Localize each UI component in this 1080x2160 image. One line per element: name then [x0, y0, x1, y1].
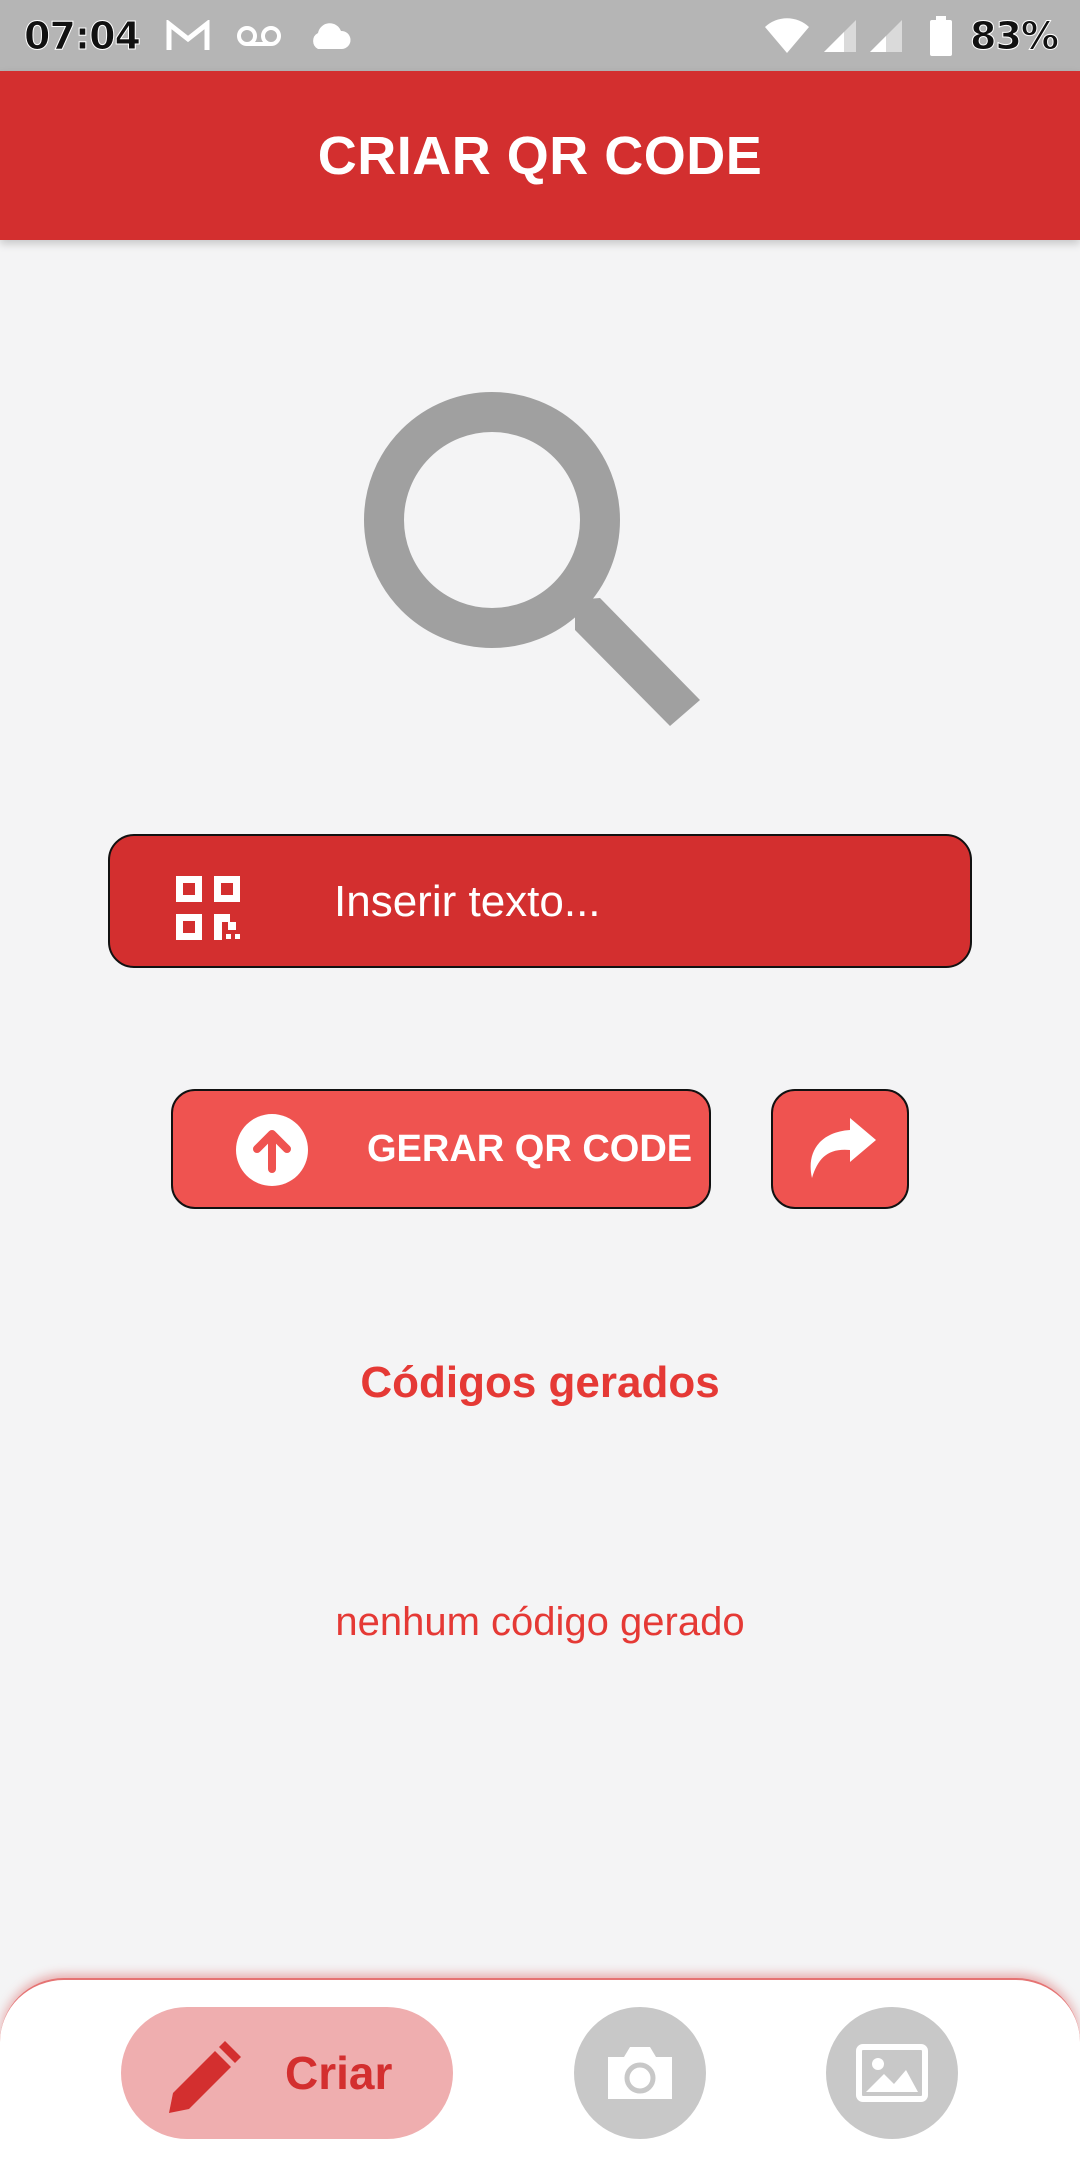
- bottom-navigation: Criar: [0, 1978, 1080, 2160]
- search-icon: [360, 390, 710, 740]
- share-icon: [802, 1116, 878, 1182]
- page-title: CRIAR QR CODE: [317, 125, 763, 186]
- battery-icon: [930, 15, 953, 56]
- camera-icon: [604, 2043, 676, 2103]
- app-bar: CRIAR QR CODE: [0, 71, 1080, 240]
- status-bar-left: 07:04: [24, 13, 352, 58]
- generate-qr-button[interactable]: GERAR QR CODE: [171, 1089, 711, 1209]
- qr-code-icon: [174, 874, 242, 942]
- empty-state-message: nenhum código gerado: [335, 1600, 745, 1644]
- image-icon: [856, 2044, 928, 2102]
- nav-camera-button[interactable]: [574, 2007, 706, 2139]
- nav-create-button[interactable]: Criar: [121, 2007, 453, 2139]
- nav-gallery-button[interactable]: [826, 2007, 958, 2139]
- signal-icon: [822, 18, 858, 54]
- share-button[interactable]: [771, 1089, 909, 1209]
- nav-create-label: Criar: [285, 2047, 393, 2099]
- cloud-icon: [308, 21, 352, 51]
- wifi-icon: [764, 17, 810, 54]
- signal-icon: [868, 18, 904, 54]
- qr-text-field[interactable]: [108, 834, 972, 968]
- status-time: 07:04: [24, 13, 142, 58]
- arrow-up-circle-icon: [235, 1113, 309, 1187]
- voicemail-icon: [236, 24, 282, 48]
- status-bar-right: 83%: [738, 13, 1060, 58]
- pencil-icon: [165, 2041, 241, 2117]
- gmail-icon: [166, 19, 210, 52]
- status-bar: 07:04 83%: [0, 0, 1080, 71]
- generated-codes-heading: Códigos gerados: [360, 1358, 720, 1407]
- text-input[interactable]: [334, 862, 934, 942]
- battery-percent: 83%: [970, 13, 1060, 58]
- generate-qr-label: GERAR QR CODE: [367, 1128, 693, 1170]
